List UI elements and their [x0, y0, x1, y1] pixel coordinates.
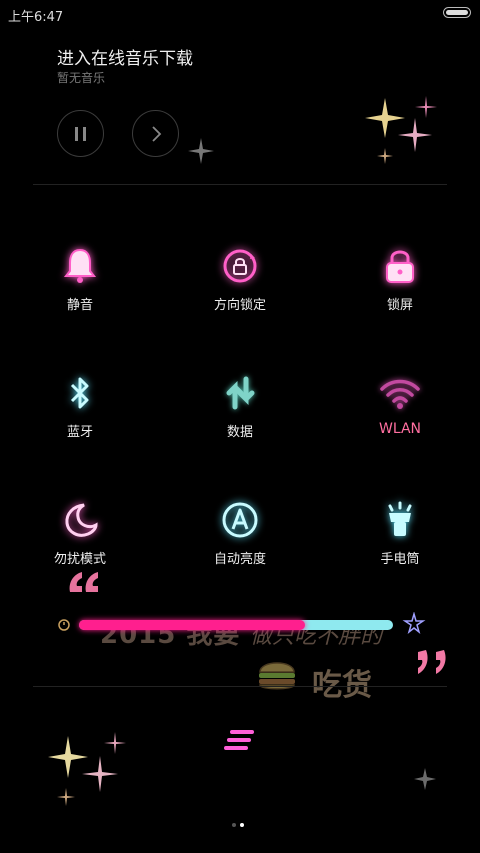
divider [33, 184, 447, 185]
page-indicator [230, 812, 246, 831]
toggle-label: 数据 [226, 425, 253, 440]
toggle-bluetooth[interactable]: 蓝牙 [0, 373, 160, 440]
quote-open-icon [69, 572, 98, 592]
brightness-low-icon [58, 619, 70, 631]
burger-icon [259, 662, 295, 690]
flashlight-icon [388, 501, 412, 536]
toggle-do-not-disturb[interactable]: 勿扰模式 [0, 500, 160, 567]
toggle-label: 锁屏 [386, 298, 413, 313]
moon-icon [65, 503, 98, 537]
next-button[interactable] [132, 110, 179, 157]
menu-stripes-icon[interactable] [224, 728, 256, 756]
toggle-data[interactable]: 数据 [160, 373, 320, 440]
toggle-lock-screen[interactable]: 锁屏 [320, 246, 480, 313]
auto-brightness-icon [222, 502, 258, 538]
wallpaper-foodie-text: 吃货 [312, 668, 372, 703]
toggle-auto-brightness[interactable]: 自动亮度 [160, 500, 320, 567]
pause-icon [74, 126, 86, 141]
wifi-icon [380, 379, 420, 409]
toggle-label: 静音 [66, 298, 93, 313]
quote-close-icon [418, 650, 446, 674]
chevron-right-icon [151, 125, 161, 142]
sparkle-decoration [48, 732, 126, 806]
bluetooth-icon [70, 377, 89, 409]
rotation-lock-icon [223, 249, 257, 283]
toggle-label: 蓝牙 [66, 425, 93, 440]
battery-icon [443, 7, 471, 18]
toggle-label: 自动亮度 [213, 552, 266, 567]
toggle-flashlight[interactable]: 手电筒 [320, 500, 480, 567]
toggle-label: WLAN [378, 421, 421, 437]
toggle-label: 方向锁定 [213, 298, 266, 313]
data-arrows-icon [226, 376, 255, 410]
music-title[interactable]: 进入在线音乐下载 [57, 44, 193, 69]
toggle-rotation-lock[interactable]: 方向锁定 [160, 246, 320, 313]
brightness-slider-fill[interactable] [79, 620, 306, 630]
toggle-label: 手电筒 [380, 552, 420, 567]
divider [33, 686, 447, 687]
status-time: 上午6:47 [8, 10, 64, 25]
pause-button[interactable] [57, 110, 104, 157]
lock-icon [386, 250, 414, 283]
toggle-label: 勿扰模式 [53, 552, 106, 567]
bell-icon [63, 248, 97, 283]
sparkle-decoration [365, 96, 437, 164]
page-dot-active [240, 823, 244, 827]
music-subtitle: 暂无音乐 [57, 71, 106, 85]
sparkle-decoration [188, 138, 214, 164]
status-bar: 上午6:47 [0, 0, 480, 26]
sparkle-decoration [414, 768, 436, 790]
toggle-silent[interactable]: 静音 [0, 246, 160, 313]
page-dot [232, 823, 236, 827]
star-icon [402, 612, 426, 635]
toggle-wlan[interactable]: WLAN [320, 373, 480, 437]
